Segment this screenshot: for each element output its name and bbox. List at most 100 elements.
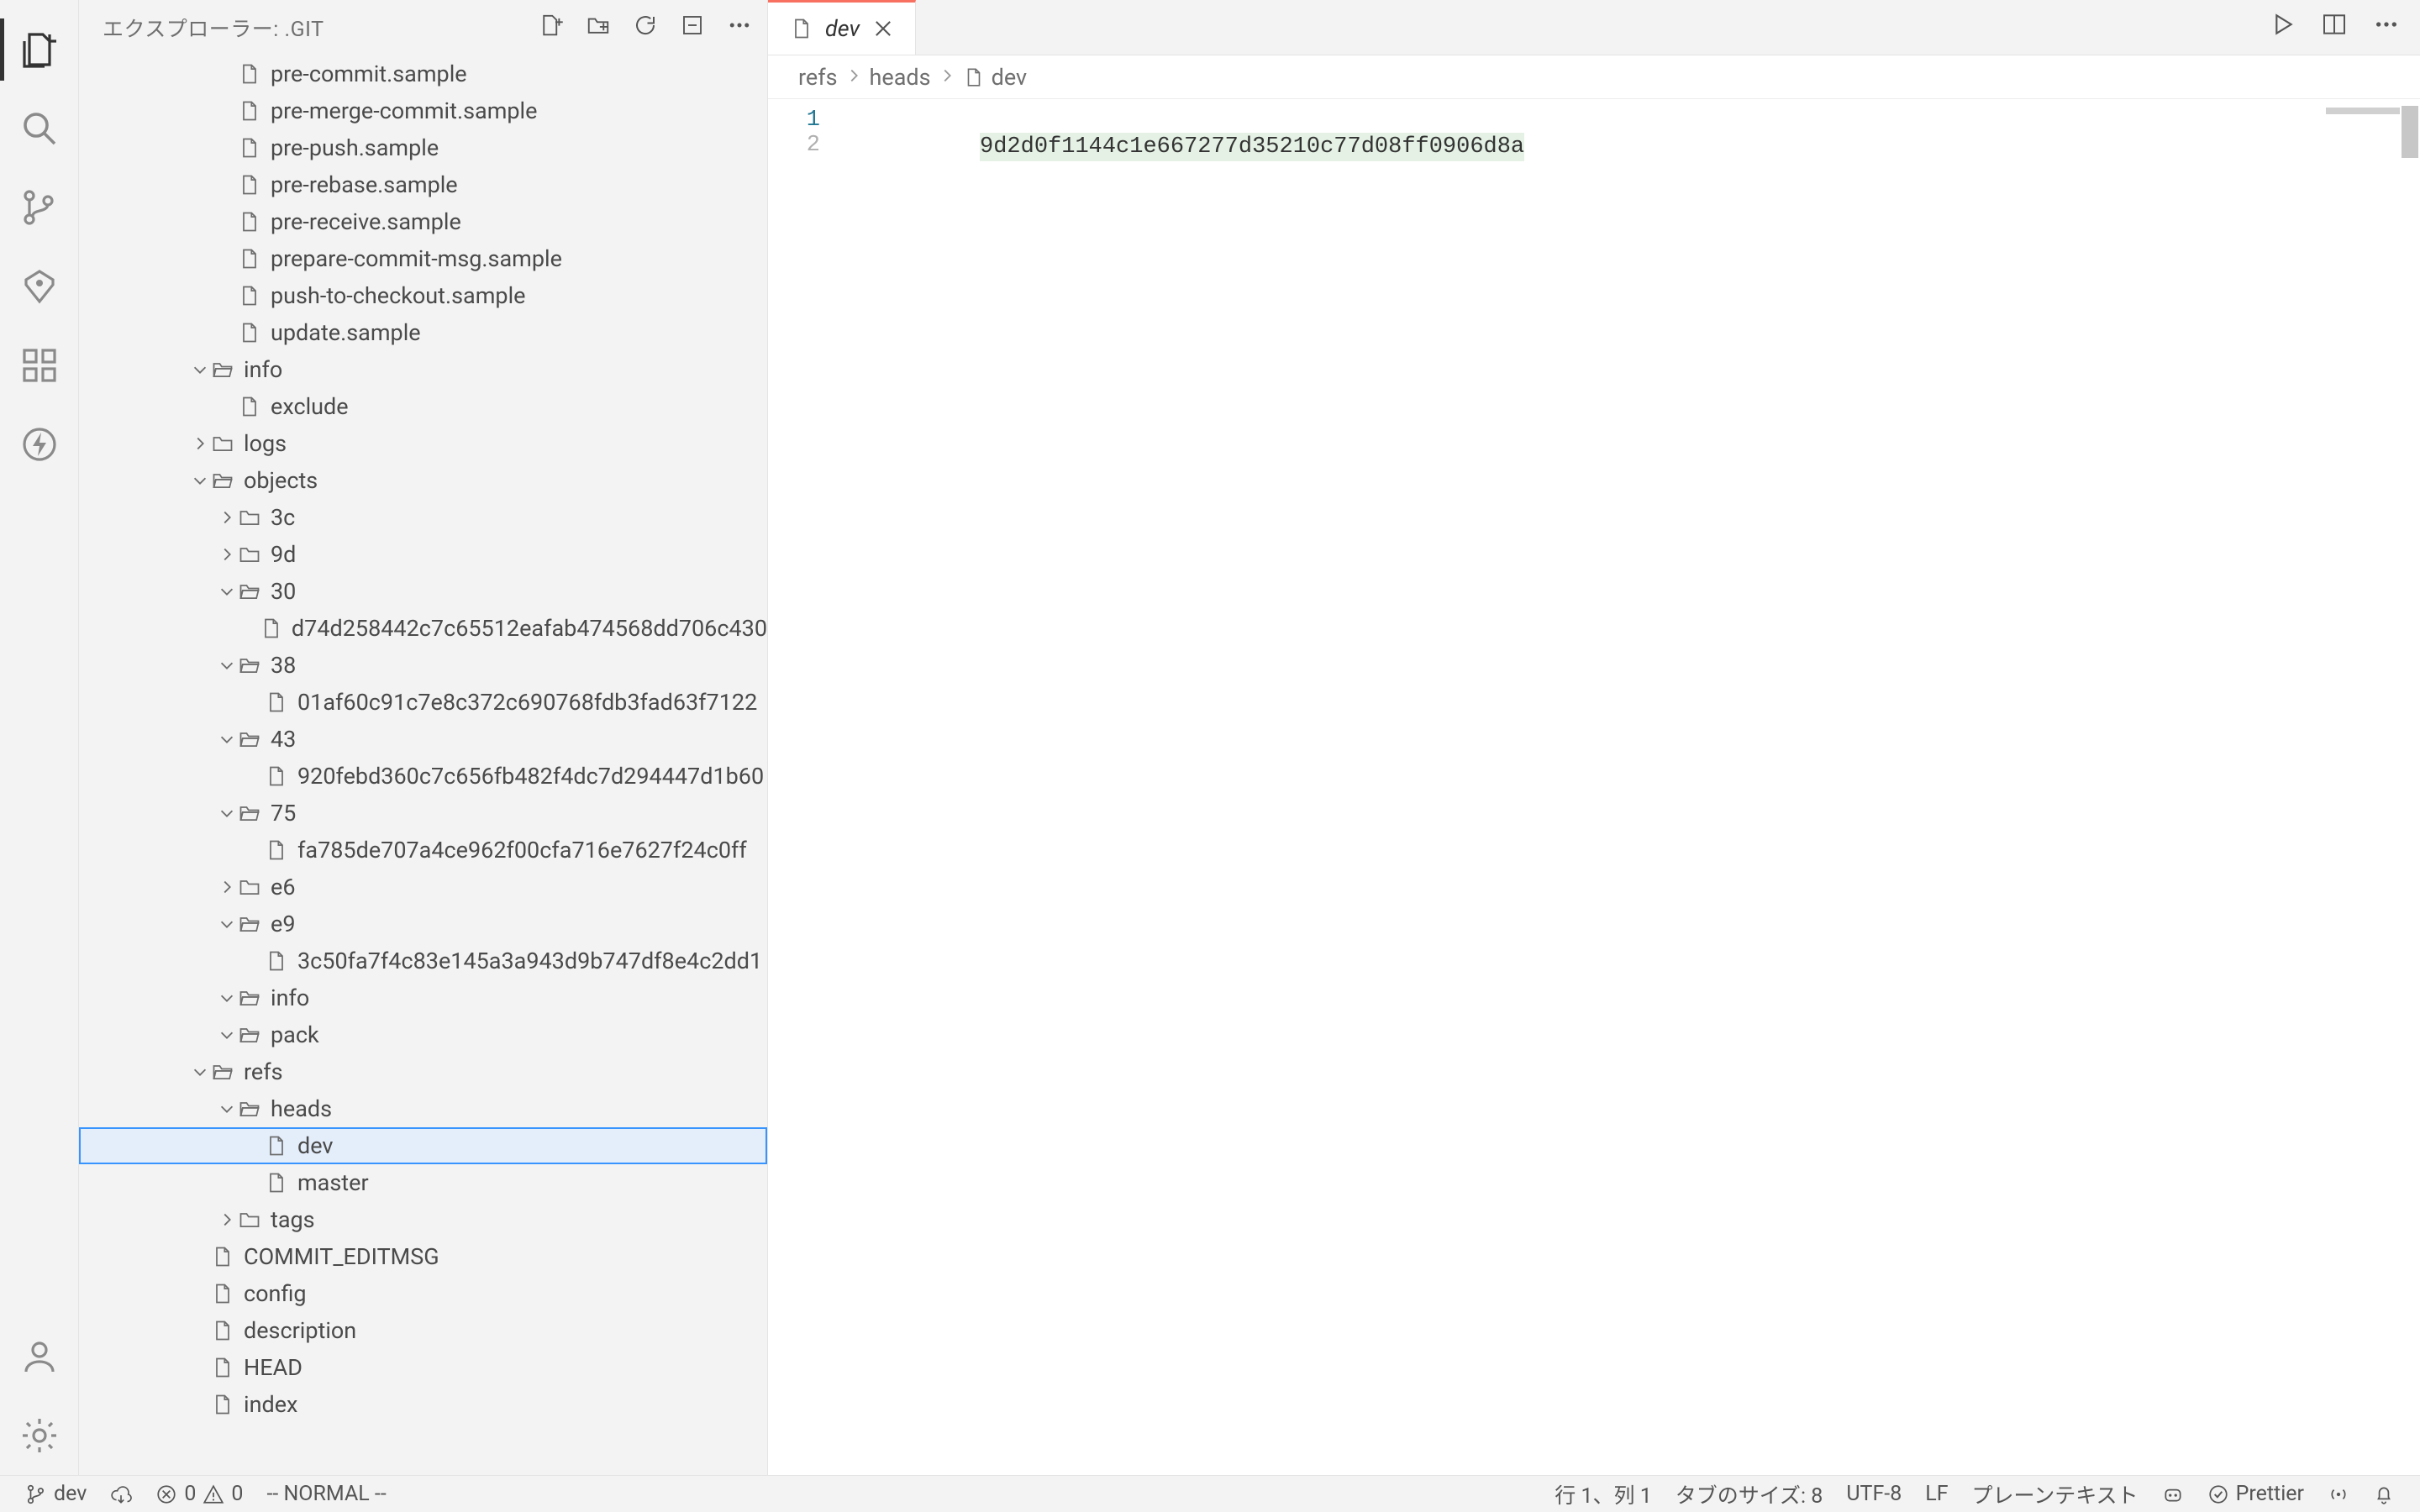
code-line: 9d2d0f1144c1e667277d35210c77d08ff0906d8a bbox=[980, 133, 1524, 161]
file-tree[interactable]: pre-commit.sample pre-merge-commit.sample… bbox=[79, 55, 767, 1475]
file-icon bbox=[238, 247, 261, 270]
activity-explorer[interactable] bbox=[0, 10, 79, 89]
chevron-right-icon bbox=[218, 878, 236, 896]
status-prettier[interactable]: Prettier bbox=[2196, 1482, 2316, 1506]
tree-file[interactable]: 3c50fa7f4c83e145a3a943d9b747df8e4c2dd1 bbox=[79, 942, 767, 979]
file-icon bbox=[265, 764, 288, 788]
activity-debug[interactable] bbox=[0, 247, 79, 326]
breadcrumb-item[interactable]: heads bbox=[870, 64, 931, 91]
tree-file[interactable]: fa785de707a4ce962f00cfa716e7627f24c0ff bbox=[79, 832, 767, 869]
tree-folder[interactable]: 38 bbox=[79, 647, 767, 684]
run-button[interactable] bbox=[2269, 11, 2296, 44]
tree-file[interactable]: index bbox=[79, 1386, 767, 1423]
tree-folder[interactable]: tags bbox=[79, 1201, 767, 1238]
minimap[interactable] bbox=[2326, 108, 2400, 114]
status-branch[interactable]: dev bbox=[13, 1482, 98, 1506]
tree-label: 920febd360c7c656fb482f4dc7d294447d1b60 bbox=[297, 763, 764, 790]
cloud-icon bbox=[110, 1483, 132, 1505]
tree-file[interactable]: pre-receive.sample bbox=[79, 203, 767, 240]
tree-folder[interactable]: info bbox=[79, 979, 767, 1016]
tree-file[interactable]: dev bbox=[79, 1127, 767, 1164]
status-problems[interactable]: 0 0 bbox=[144, 1482, 255, 1506]
tree-file[interactable]: 01af60c91c7e8c372c690768fdb3fad63f7122 bbox=[79, 684, 767, 721]
file-icon bbox=[211, 1393, 234, 1416]
tree-folder[interactable]: e6 bbox=[79, 869, 767, 906]
status-sync[interactable] bbox=[98, 1483, 144, 1505]
tree-file[interactable]: exclude bbox=[79, 388, 767, 425]
tree-file[interactable]: COMMIT_EDITMSG bbox=[79, 1238, 767, 1275]
status-encoding[interactable]: UTF-8 bbox=[1834, 1482, 1913, 1506]
status-live[interactable] bbox=[2316, 1483, 2361, 1505]
status-eol[interactable]: LF bbox=[1913, 1482, 1960, 1506]
tree-file[interactable]: description bbox=[79, 1312, 767, 1349]
tree-file[interactable]: config bbox=[79, 1275, 767, 1312]
tree-file[interactable]: pre-merge-commit.sample bbox=[79, 92, 767, 129]
tree-folder[interactable]: logs bbox=[79, 425, 767, 462]
activity-search[interactable] bbox=[0, 89, 79, 168]
error-icon bbox=[155, 1483, 177, 1505]
tree-file[interactable]: d74d258442c7c65512eafab474568dd706c430 bbox=[79, 610, 767, 647]
tree-label: 3c50fa7f4c83e145a3a943d9b747df8e4c2dd1 bbox=[297, 948, 762, 974]
tree-folder[interactable]: info bbox=[79, 351, 767, 388]
more-button[interactable] bbox=[727, 13, 752, 44]
tree-file[interactable]: master bbox=[79, 1164, 767, 1201]
editor-more-button[interactable] bbox=[2373, 11, 2400, 44]
tree-label: pre-commit.sample bbox=[271, 60, 467, 87]
code-content[interactable]: 9d2d0f1144c1e667277d35210c77d08ff0906d8a bbox=[844, 99, 1524, 186]
chevron-right-icon bbox=[191, 434, 209, 453]
folder-icon bbox=[238, 1208, 261, 1231]
breadcrumbs[interactable]: refs heads dev bbox=[768, 55, 2420, 99]
tree-label: objects bbox=[244, 467, 318, 494]
breadcrumb-item[interactable]: refs bbox=[798, 64, 838, 91]
tree-folder[interactable]: heads bbox=[79, 1090, 767, 1127]
activity-scm[interactable] bbox=[0, 168, 79, 247]
refresh-button[interactable] bbox=[633, 13, 658, 44]
activity-account[interactable] bbox=[0, 1317, 79, 1396]
tree-folder[interactable]: e9 bbox=[79, 906, 767, 942]
new-file-button[interactable] bbox=[539, 13, 564, 44]
file-icon bbox=[211, 1282, 234, 1305]
scrollbar-thumb[interactable] bbox=[2402, 106, 2418, 158]
tree-file[interactable]: prepare-commit-msg.sample bbox=[79, 240, 767, 277]
tree-file[interactable]: pre-commit.sample bbox=[79, 55, 767, 92]
activity-actions[interactable] bbox=[0, 405, 79, 484]
activity-settings[interactable] bbox=[0, 1396, 79, 1475]
new-folder-icon bbox=[586, 13, 611, 38]
tree-folder[interactable]: refs bbox=[79, 1053, 767, 1090]
breadcrumb-item[interactable]: dev bbox=[963, 64, 1027, 91]
status-notifications[interactable] bbox=[2361, 1483, 2407, 1505]
tree-folder[interactable]: 30 bbox=[79, 573, 767, 610]
status-indent[interactable]: タブのサイズ: 8 bbox=[1664, 1479, 1835, 1509]
folder-icon bbox=[238, 875, 261, 899]
tree-folder[interactable]: 3c bbox=[79, 499, 767, 536]
tab-close-button[interactable] bbox=[871, 17, 895, 40]
chevron-down-icon bbox=[218, 915, 236, 933]
folder-icon bbox=[238, 506, 261, 529]
split-editor-button[interactable] bbox=[2321, 11, 2348, 44]
tree-folder[interactable]: 43 bbox=[79, 721, 767, 758]
new-folder-button[interactable] bbox=[586, 13, 611, 44]
activity-extensions[interactable] bbox=[0, 326, 79, 405]
tree-file[interactable]: pre-rebase.sample bbox=[79, 166, 767, 203]
status-cursor[interactable]: 行 1、列 1 bbox=[1543, 1479, 1664, 1509]
tab-dev[interactable]: dev bbox=[768, 0, 916, 55]
main-area: エクスプローラー: .GIT pre-commit.samplepre-merg… bbox=[0, 0, 2420, 1475]
tree-folder[interactable]: 9d bbox=[79, 536, 767, 573]
status-copilot[interactable] bbox=[2150, 1483, 2196, 1505]
editor-body[interactable]: 1 2 9d2d0f1144c1e667277d35210c77d08ff090… bbox=[768, 99, 2420, 186]
check-icon bbox=[2207, 1483, 2229, 1505]
search-icon bbox=[19, 108, 60, 149]
collapse-all-button[interactable] bbox=[680, 13, 705, 44]
tree-file[interactable]: 920febd360c7c656fb482f4dc7d294447d1b60 bbox=[79, 758, 767, 795]
tree-file[interactable]: pre-push.sample bbox=[79, 129, 767, 166]
tree-file[interactable]: update.sample bbox=[79, 314, 767, 351]
status-vim-mode: -- NORMAL -- bbox=[255, 1482, 397, 1506]
status-language[interactable]: プレーンテキスト bbox=[1960, 1479, 2150, 1509]
tree-file[interactable]: push-to-checkout.sample bbox=[79, 277, 767, 314]
folder-icon bbox=[211, 1060, 234, 1084]
tree-file[interactable]: HEAD bbox=[79, 1349, 767, 1386]
tree-folder[interactable]: pack bbox=[79, 1016, 767, 1053]
tree-folder[interactable]: 75 bbox=[79, 795, 767, 832]
tree-folder[interactable]: objects bbox=[79, 462, 767, 499]
folder-icon bbox=[238, 654, 261, 677]
